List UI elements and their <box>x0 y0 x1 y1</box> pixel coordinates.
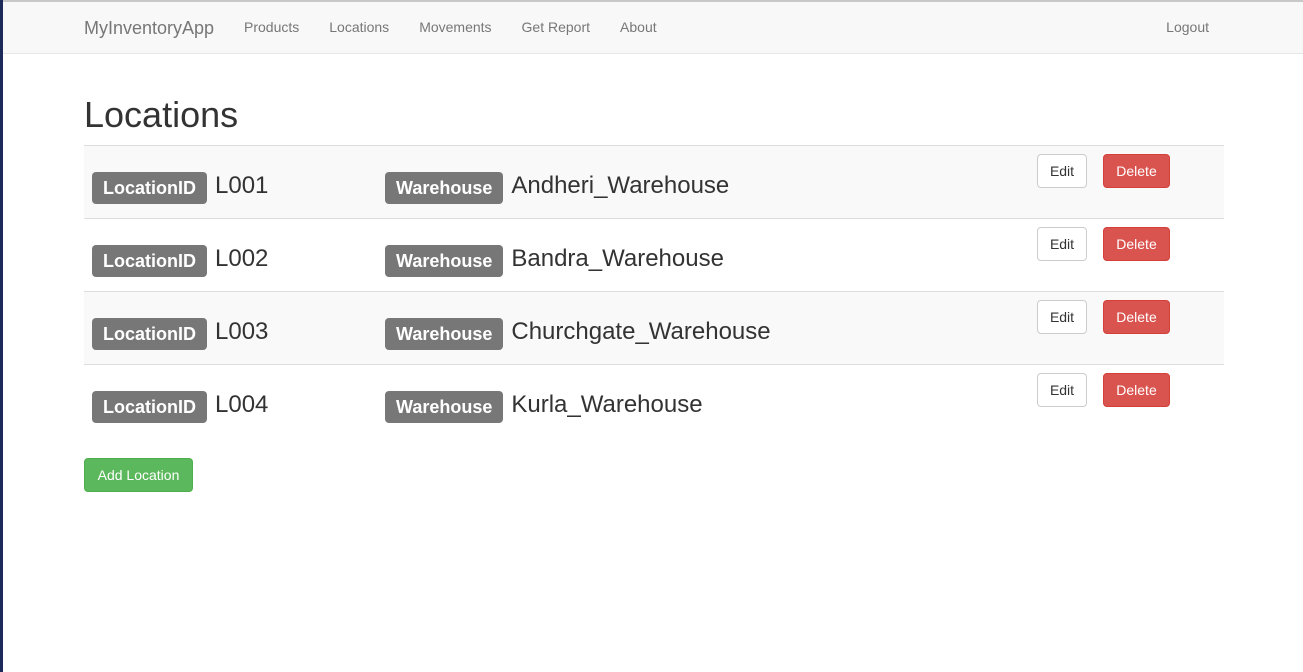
delete-button[interactable]: Delete <box>1103 227 1170 261</box>
warehouse-cell: Warehouse Bandra_Warehouse <box>385 245 724 277</box>
navbar-brand[interactable]: MyInventoryApp <box>84 17 214 39</box>
location-id-value: L003 <box>215 318 269 345</box>
nav-links: Products Locations Movements Get Report … <box>229 2 672 53</box>
warehouse-cell: Warehouse Churchgate_Warehouse <box>385 318 771 350</box>
locations-table: LocationID L001 Warehouse Andheri_Wareho… <box>84 145 1224 438</box>
warehouse-value: Kurla_Warehouse <box>511 391 703 418</box>
edit-button[interactable]: Edit <box>1037 154 1087 188</box>
delete-button[interactable]: Delete <box>1103 373 1170 407</box>
row-actions: Edit Delete <box>1037 300 1170 334</box>
location-id-badge: LocationID <box>92 318 207 350</box>
logout-link[interactable]: Logout <box>1151 2 1224 53</box>
warehouse-cell: Warehouse Andheri_Warehouse <box>385 172 729 204</box>
location-id-badge: LocationID <box>92 245 207 277</box>
location-id-cell: LocationID L001 <box>92 172 268 204</box>
delete-button[interactable]: Delete <box>1103 154 1170 188</box>
nav-right: Logout <box>1151 2 1224 53</box>
table-row: LocationID L004 Warehouse Kurla_Warehous… <box>84 365 1224 438</box>
navbar: MyInventoryApp Products Locations Moveme… <box>3 2 1303 54</box>
nav-link-locations[interactable]: Locations <box>314 2 404 53</box>
edit-button[interactable]: Edit <box>1037 373 1087 407</box>
row-actions: Edit Delete <box>1037 154 1170 188</box>
location-id-cell: LocationID L004 <box>92 391 268 423</box>
location-id-value: L004 <box>215 391 269 418</box>
location-id-badge: LocationID <box>92 391 207 423</box>
warehouse-value: Andheri_Warehouse <box>511 172 730 199</box>
row-actions: Edit Delete <box>1037 373 1170 407</box>
nav-link-get-report[interactable]: Get Report <box>507 2 605 53</box>
location-id-value: L002 <box>215 245 269 272</box>
warehouse-badge: Warehouse <box>385 391 504 423</box>
window-left-edge <box>0 0 3 672</box>
warehouse-value: Churchgate_Warehouse <box>511 318 771 345</box>
page: MyInventoryApp Products Locations Moveme… <box>0 0 1303 672</box>
delete-button[interactable]: Delete <box>1103 300 1170 334</box>
warehouse-cell: Warehouse Kurla_Warehouse <box>385 391 703 423</box>
table-row: LocationID L003 Warehouse Churchgate_War… <box>84 292 1224 365</box>
warehouse-badge: Warehouse <box>385 245 504 277</box>
location-id-cell: LocationID L002 <box>92 245 268 277</box>
table-row: LocationID L002 Warehouse Bandra_Warehou… <box>84 219 1224 292</box>
nav-link-about[interactable]: About <box>605 2 672 53</box>
page-title: Locations <box>84 94 239 135</box>
nav-link-movements[interactable]: Movements <box>404 2 506 53</box>
edit-button[interactable]: Edit <box>1037 300 1087 334</box>
location-id-value: L001 <box>215 172 269 199</box>
warehouse-badge: Warehouse <box>385 318 504 350</box>
table-row: LocationID L001 Warehouse Andheri_Wareho… <box>84 146 1224 219</box>
warehouse-value: Bandra_Warehouse <box>511 245 724 272</box>
nav-link-products[interactable]: Products <box>229 2 314 53</box>
warehouse-badge: Warehouse <box>385 172 504 204</box>
add-location-button[interactable]: Add Location <box>84 458 193 492</box>
location-id-badge: LocationID <box>92 172 207 204</box>
edit-button[interactable]: Edit <box>1037 227 1087 261</box>
location-id-cell: LocationID L003 <box>92 318 268 350</box>
row-actions: Edit Delete <box>1037 227 1170 261</box>
